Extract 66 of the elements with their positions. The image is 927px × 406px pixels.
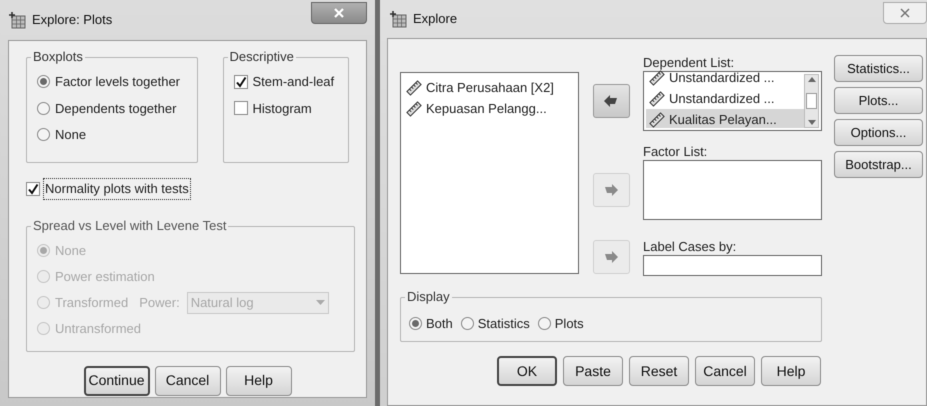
window-title: Explore <box>413 10 458 28</box>
group-title: Spread vs Level with Levene Test <box>31 218 228 234</box>
dialog-button[interactable]: Help <box>226 366 292 396</box>
option-label: Normality plots with tests <box>43 178 191 200</box>
radio-button[interactable] <box>37 128 50 142</box>
scroll-up-icon[interactable] <box>808 77 816 82</box>
table-icon <box>389 10 407 28</box>
option-label: Histogram <box>252 100 312 118</box>
dialog-button[interactable]: Bootstrap... <box>834 151 923 178</box>
dialog-button[interactable]: Cancel <box>154 366 220 396</box>
field-label: Label Cases by: <box>643 239 738 255</box>
option-label: None <box>55 126 86 144</box>
radio-button[interactable] <box>538 317 551 330</box>
arrow-icon <box>603 183 619 197</box>
dialog-button[interactable]: Paste <box>563 356 623 386</box>
table-icon <box>8 11 26 29</box>
option-label: Transformed <box>55 294 128 312</box>
dialog-button[interactable]: Cancel <box>695 356 755 386</box>
checkbox[interactable] <box>26 182 40 196</box>
dialog-button[interactable]: Reset <box>629 356 689 386</box>
power-label: Power: <box>139 294 180 312</box>
window-title: Explore: Plots <box>32 11 112 30</box>
radio-button[interactable] <box>460 317 474 330</box>
checkbox[interactable] <box>234 101 248 116</box>
label-cases-field[interactable] <box>643 255 822 276</box>
move-arrow-button[interactable] <box>592 84 630 118</box>
option-label: Statistics <box>478 314 530 333</box>
radio-button[interactable] <box>37 75 50 88</box>
scrollbar[interactable] <box>804 74 819 128</box>
variable-item[interactable]: Unstandardized ... <box>646 88 804 109</box>
option-label: Plots <box>554 314 584 333</box>
option-label: Untransformed <box>55 320 141 338</box>
dialog-button[interactable]: OK <box>497 356 557 386</box>
close-button[interactable] <box>311 2 367 24</box>
option-label: Power estimation <box>55 268 155 286</box>
option-label: Dependents together <box>55 100 176 118</box>
ruler-icon <box>649 112 665 128</box>
dialog-button[interactable]: Continue <box>84 366 150 396</box>
arrow-icon <box>603 94 619 108</box>
option-label: None <box>55 242 86 260</box>
group-title: Descriptive <box>228 49 296 65</box>
option-label: Factor levels together <box>55 73 180 91</box>
close-button[interactable] <box>883 2 927 24</box>
field-label: Dependent List: <box>643 55 736 71</box>
dialog-button[interactable]: Plots... <box>834 87 923 114</box>
group-title: Boxplots <box>31 49 85 65</box>
dialog-button[interactable]: Help <box>761 356 821 386</box>
radio-button[interactable] <box>37 102 50 115</box>
dialog-button[interactable]: Statistics... <box>834 55 923 82</box>
dropdown-value: Natural log <box>190 294 255 312</box>
arrow-icon <box>603 250 619 264</box>
close-icon <box>334 8 344 18</box>
close-icon <box>900 8 910 18</box>
variable-item[interactable]: Citra Perusahaan [X2] <box>406 78 578 98</box>
dialog-button[interactable]: Options... <box>834 119 923 146</box>
option-label: Stem-and-leaf <box>252 73 334 91</box>
variable-item[interactable]: Kualitas Pelayan... <box>646 109 804 128</box>
option-label: Both <box>426 314 453 333</box>
group-title: Display <box>405 289 452 305</box>
factor-list[interactable] <box>643 160 822 220</box>
checkbox[interactable] <box>234 74 248 89</box>
variable-item[interactable]: Kepuasan Pelangg... <box>406 99 578 119</box>
radio-button[interactable] <box>409 317 422 330</box>
dropdown-arrow-icon <box>316 300 325 305</box>
scroll-down-icon[interactable] <box>808 120 816 125</box>
field-label: Factor List: <box>643 144 708 160</box>
